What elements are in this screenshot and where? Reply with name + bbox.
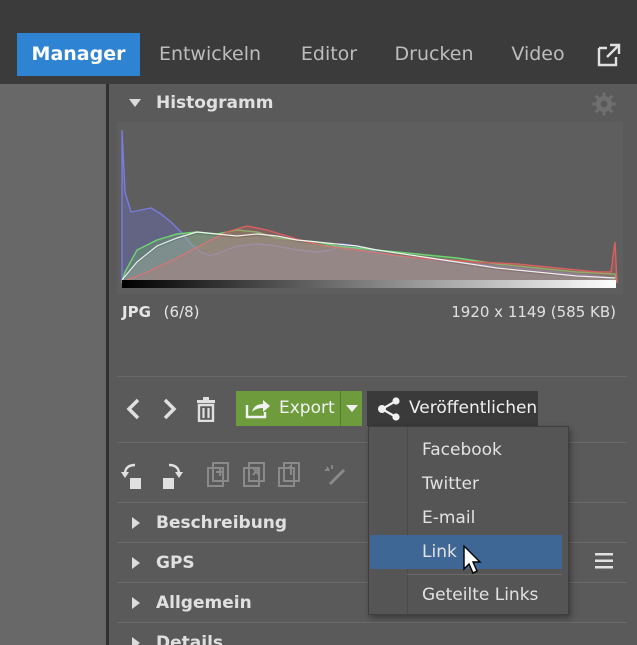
image-position: (6/8): [163, 303, 200, 321]
magic-wand-icon[interactable]: [324, 464, 350, 490]
histogram-graph: [117, 122, 623, 294]
file-type-info: JPG (6/8): [122, 303, 200, 321]
export-dropdown-button[interactable]: [340, 391, 362, 426]
chevron-down-icon: [346, 405, 358, 412]
section-title: Details: [156, 633, 224, 645]
section-title: Allgemein: [156, 593, 252, 613]
mouse-cursor-icon: [463, 545, 482, 574]
tab-entwickeln[interactable]: Entwickeln: [148, 33, 272, 76]
tab-manager[interactable]: Manager: [17, 33, 140, 76]
publish-dropdown-menu: Facebook Twitter E-mail Link Geteilte Li…: [368, 426, 569, 615]
rotate-right-icon[interactable]: [149, 462, 183, 492]
export-label: Export: [279, 398, 335, 418]
section-title: GPS: [156, 553, 195, 573]
delete-copy-icon[interactable]: [242, 462, 266, 489]
tab-video[interactable]: Video: [500, 33, 576, 76]
duplicate-icon[interactable]: [206, 462, 230, 489]
next-arrow-icon[interactable]: [161, 397, 179, 421]
expand-triangle-icon: [132, 637, 140, 645]
menu-item-twitter[interactable]: Twitter: [370, 467, 562, 501]
export-icon: [245, 400, 270, 419]
histogram-header[interactable]: Histogramm: [109, 84, 637, 122]
top-navigation-bar: Manager Entwickeln Editor Drucken Video: [0, 0, 637, 84]
expand-triangle-icon: [132, 597, 140, 609]
section-details[interactable]: Details: [109, 624, 637, 645]
file-type: JPG: [122, 303, 151, 321]
single-copy-icon[interactable]: [277, 462, 301, 489]
publish-button[interactable]: Veröffentlichen: [367, 391, 538, 426]
trash-icon[interactable]: [195, 397, 217, 422]
hamburger-menu-icon[interactable]: [595, 553, 613, 569]
previous-arrow-icon[interactable]: [124, 397, 142, 421]
publish-label: Veröffentlichen: [409, 398, 538, 418]
gear-icon[interactable]: [592, 92, 616, 116]
section-title: Beschreibung: [156, 513, 288, 533]
expand-triangle-icon: [132, 517, 140, 529]
menu-separator: [407, 574, 562, 575]
share-icon: [378, 397, 400, 421]
external-window-icon[interactable]: [596, 42, 622, 68]
tonal-gradient-bar: [122, 280, 616, 288]
tab-editor[interactable]: Editor: [288, 33, 370, 76]
tab-drucken[interactable]: Drucken: [385, 33, 483, 76]
histogram-title: Histogramm: [156, 93, 274, 113]
image-dimensions: 1920 x 1149 (585 KB): [451, 303, 616, 321]
export-button[interactable]: Export: [236, 391, 340, 426]
right-panel: Histogramm JPG (6/8) 1920 x 1149 (585 KB…: [109, 84, 637, 645]
menu-item-shared-links[interactable]: Geteilte Links: [370, 578, 562, 612]
menu-item-facebook[interactable]: Facebook: [370, 433, 562, 467]
collapse-triangle-icon: [129, 99, 141, 107]
expand-triangle-icon: [132, 557, 140, 569]
left-gutter: [0, 84, 106, 645]
menu-item-email[interactable]: E-mail: [370, 501, 562, 535]
separator: [117, 622, 627, 623]
separator: [117, 376, 627, 377]
